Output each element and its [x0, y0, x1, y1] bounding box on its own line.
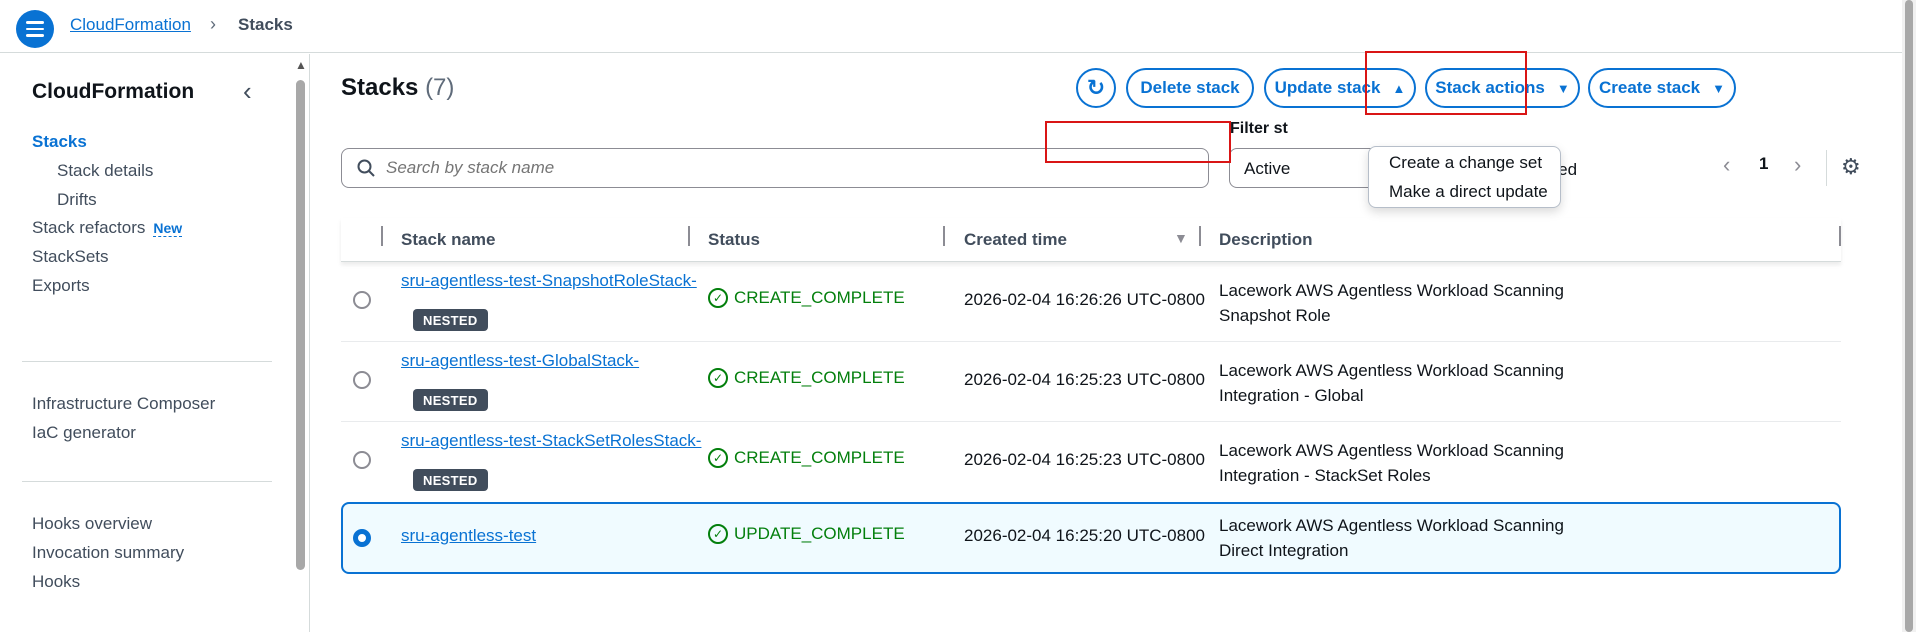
stack-name-link[interactable]: sru-agentless-test-GlobalStack-	[401, 351, 639, 371]
status-cell: ✓ CREATE_COMPLETE	[708, 448, 905, 468]
menu-button[interactable]	[16, 10, 54, 48]
settings-gear-icon[interactable]: ⚙	[1841, 154, 1861, 180]
column-description[interactable]: Description	[1219, 230, 1313, 250]
page-title: Stacks (7)	[341, 74, 454, 102]
stack-count: (7)	[425, 74, 455, 101]
row-radio[interactable]	[353, 371, 371, 389]
table-header: Stack name Status Created time ▼ Descrip…	[341, 218, 1841, 262]
column-stack-name[interactable]: Stack name	[401, 230, 496, 250]
sidebar-divider	[22, 481, 272, 482]
stack-name-link[interactable]: sru-agentless-test-StackSetRolesStack-	[401, 431, 701, 451]
refresh-icon: ↻	[1086, 75, 1106, 100]
table-row-selected[interactable]: sru-agentless-test ✓ UPDATE_COMPLETE 2026…	[341, 502, 1841, 574]
table-row[interactable]: sru-agentless-test-GlobalStack- NESTED ✓…	[341, 342, 1841, 422]
column-separator[interactable]	[1199, 226, 1201, 246]
created-time-cell: 2026-02-04 16:25:23 UTC-0800	[964, 370, 1205, 389]
current-page[interactable]: 1	[1759, 154, 1768, 174]
column-separator[interactable]	[943, 226, 945, 246]
check-circle-icon: ✓	[708, 368, 728, 388]
caret-down-icon: ▼	[1712, 80, 1725, 96]
status-text: CREATE_COMPLETE	[734, 288, 905, 307]
page-title-text: Stacks	[341, 74, 419, 101]
main-content: Stacks (7) ↻ Delete stack Update stack ▲ …	[311, 51, 1901, 632]
page-scrollbar-thumb[interactable]	[1905, 0, 1913, 632]
refresh-button[interactable]: ↻	[1076, 68, 1116, 108]
menu-item-make-direct-update[interactable]: Make a direct update	[1389, 182, 1548, 202]
nested-badge: NESTED	[413, 309, 488, 331]
status-cell: ✓ UPDATE_COMPLETE	[708, 524, 905, 544]
breadcrumb-cloudformation-link[interactable]: CloudFormation	[70, 15, 191, 35]
hamburger-icon	[26, 19, 44, 39]
created-time-cell: 2026-02-04 16:26:26 UTC-0800	[964, 290, 1205, 309]
status-cell: ✓ CREATE_COMPLETE	[708, 288, 905, 308]
top-navigation: CloudFormation › Stacks	[0, 0, 1916, 53]
previous-page-icon[interactable]: ‹	[1723, 152, 1730, 178]
status-text: UPDATE_COMPLETE	[734, 524, 905, 543]
sidebar-item-iac-generator[interactable]: IaC generator	[32, 423, 136, 443]
sidebar-item-invocation-summary[interactable]: Invocation summary	[32, 543, 184, 563]
sidebar: CloudFormation ‹ Stacks Stack details Dr…	[0, 54, 310, 632]
create-stack-label: Create stack	[1599, 78, 1701, 97]
description-cell: Lacework AWS Agentless Workload Scanning…	[1219, 361, 1564, 405]
delete-stack-label: Delete stack	[1140, 78, 1240, 97]
sidebar-item-hooks[interactable]: Hooks	[32, 572, 80, 592]
scrollbar-thumb[interactable]	[296, 80, 305, 570]
sidebar-item-stack-refactors[interactable]: Stack refactors New	[32, 218, 183, 238]
row-radio[interactable]	[353, 291, 371, 309]
sidebar-item-label: Stack refactors	[32, 218, 146, 237]
create-stack-button[interactable]: Create stack ▼	[1588, 68, 1736, 108]
page-scrollbar[interactable]	[1902, 0, 1916, 632]
pager-divider	[1826, 150, 1827, 186]
status-text: CREATE_COMPLETE	[734, 368, 905, 387]
check-circle-icon: ✓	[708, 524, 728, 544]
sidebar-item-exports[interactable]: Exports	[32, 276, 90, 296]
update-stack-menu: Create a change set Make a direct update	[1368, 146, 1561, 208]
stack-name-link[interactable]: sru-agentless-test	[401, 526, 536, 546]
column-separator	[381, 226, 383, 246]
table-row[interactable]: sru-agentless-test-StackSetRolesStack- N…	[341, 422, 1841, 502]
collapse-sidebar-icon[interactable]: ‹	[243, 76, 252, 107]
menu-item-create-change-set[interactable]: Create a change set	[1389, 153, 1542, 173]
row-radio-checked[interactable]	[353, 529, 371, 547]
sidebar-item-drifts[interactable]: Drifts	[57, 190, 97, 210]
description-cell: Lacework AWS Agentless Workload Scanning…	[1219, 281, 1564, 325]
description-cell: Lacework AWS Agentless Workload Scanning…	[1219, 516, 1564, 560]
caret-down-icon: ▼	[1556, 80, 1570, 96]
column-separator[interactable]	[1839, 226, 1841, 246]
sidebar-item-infrastructure-composer[interactable]: Infrastructure Composer	[32, 394, 215, 414]
sidebar-title: CloudFormation	[32, 80, 195, 103]
column-created-time[interactable]: Created time	[964, 230, 1067, 250]
column-separator[interactable]	[688, 226, 690, 246]
nested-badge: NESTED	[413, 469, 488, 491]
scroll-up-icon[interactable]: ▲	[295, 58, 307, 72]
check-circle-icon: ✓	[708, 288, 728, 308]
next-page-icon[interactable]: ›	[1794, 152, 1801, 178]
column-status[interactable]: Status	[708, 230, 760, 250]
sidebar-scrollbar[interactable]: ▲	[294, 58, 307, 632]
update-stack-highlight	[1365, 51, 1527, 115]
status-cell: ✓ CREATE_COMPLETE	[708, 368, 905, 388]
status-text: CREATE_COMPLETE	[734, 448, 905, 467]
chevron-right-icon: ›	[210, 14, 216, 34]
table-row[interactable]: sru-agentless-test-SnapshotRoleStack- NE…	[341, 262, 1841, 342]
sidebar-item-stack-details[interactable]: Stack details	[57, 161, 153, 181]
filter-status-label: Filter st	[1230, 120, 1288, 137]
sidebar-item-stacks[interactable]: Stacks	[32, 132, 87, 152]
breadcrumb-current: Stacks	[238, 15, 293, 34]
sidebar-item-hooks-overview[interactable]: Hooks overview	[32, 514, 152, 534]
delete-stack-button[interactable]: Delete stack	[1126, 68, 1254, 108]
new-badge: New	[153, 220, 183, 237]
sort-descending-icon[interactable]: ▼	[1174, 230, 1188, 246]
row-radio[interactable]	[353, 451, 371, 469]
nested-badge: NESTED	[413, 389, 488, 411]
description-cell: Lacework AWS Agentless Workload Scanning…	[1219, 441, 1564, 485]
direct-update-highlight	[1045, 121, 1231, 163]
check-circle-icon: ✓	[708, 448, 728, 468]
created-time-cell: 2026-02-04 16:25:20 UTC-0800	[964, 526, 1205, 545]
sidebar-divider	[22, 361, 272, 362]
stack-name-link[interactable]: sru-agentless-test-SnapshotRoleStack-	[401, 271, 697, 291]
created-time-cell: 2026-02-04 16:25:23 UTC-0800	[964, 450, 1205, 469]
search-icon	[356, 158, 376, 178]
sidebar-item-stacksets[interactable]: StackSets	[32, 247, 109, 267]
